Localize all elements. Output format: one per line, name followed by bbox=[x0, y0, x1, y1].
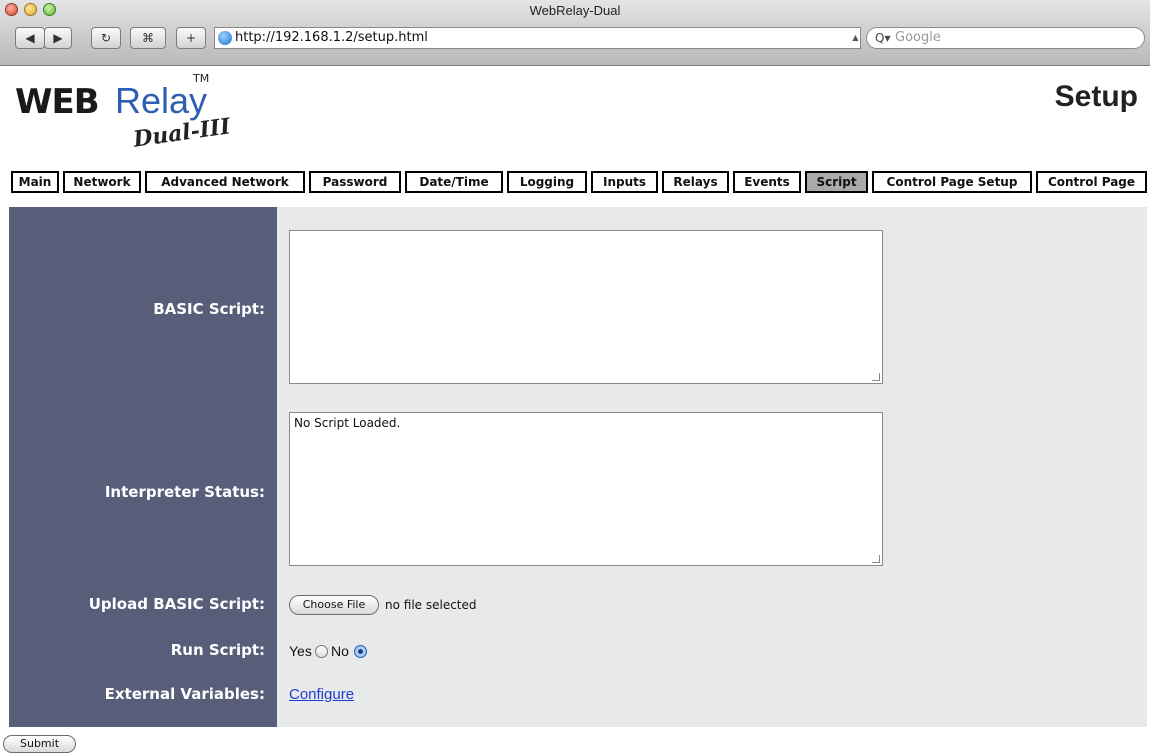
choose-file-button[interactable]: Choose File bbox=[289, 595, 379, 615]
tab-advanced-network[interactable]: Advanced Network bbox=[145, 171, 305, 193]
run-no-radio[interactable] bbox=[354, 645, 367, 658]
external-variables-label: External Variables: bbox=[104, 685, 265, 703]
forward-button[interactable]: ▶ bbox=[44, 27, 72, 49]
basic-script-textarea[interactable] bbox=[289, 230, 883, 384]
basic-script-label: BASIC Script: bbox=[153, 300, 265, 318]
tab-password[interactable]: Password bbox=[309, 171, 401, 193]
globe-icon bbox=[218, 31, 232, 45]
tab-inputs[interactable]: Inputs bbox=[591, 171, 658, 193]
url-dropdown-icon[interactable]: ▲ bbox=[848, 27, 863, 49]
back-button[interactable]: ◀ bbox=[15, 27, 45, 49]
resize-grip-icon[interactable] bbox=[872, 373, 880, 381]
script-form: BASIC Script: Interpreter Status: Upload… bbox=[9, 207, 1147, 727]
snapback-button[interactable]: ⌘ bbox=[130, 27, 166, 49]
tab-logging[interactable]: Logging bbox=[507, 171, 587, 193]
tab-control-page[interactable]: Control Page bbox=[1036, 171, 1147, 193]
tab-main[interactable]: Main bbox=[11, 171, 59, 193]
interpreter-status-label: Interpreter Status: bbox=[104, 483, 265, 501]
form-label-column: BASIC Script: Interpreter Status: Upload… bbox=[9, 207, 277, 727]
tab-events[interactable]: Events bbox=[733, 171, 801, 193]
address-bar-url: http://192.168.1.2/setup.html bbox=[235, 30, 428, 45]
browser-chrome: WebRelay-Dual ◀ ▶ ↻ ⌘ + http://192.168.1… bbox=[0, 0, 1150, 66]
search-icon: Q▾ bbox=[875, 31, 891, 45]
run-script-label: Run Script: bbox=[170, 641, 265, 659]
tab-date-time[interactable]: Date/Time bbox=[405, 171, 503, 193]
logo-trademark: TM bbox=[193, 72, 210, 85]
run-no-label: No bbox=[331, 643, 349, 659]
logo-relay-text: Relay bbox=[115, 80, 208, 121]
tab-script[interactable]: Script bbox=[805, 171, 868, 193]
file-status-text: no file selected bbox=[385, 598, 477, 612]
resize-grip-icon[interactable] bbox=[872, 555, 880, 563]
submit-button[interactable]: Submit bbox=[3, 735, 76, 753]
reload-button[interactable]: ↻ bbox=[91, 27, 121, 49]
tab-network[interactable]: Network bbox=[63, 171, 141, 193]
run-yes-label: Yes bbox=[289, 643, 312, 659]
search-field[interactable]: Q▾ Google bbox=[866, 27, 1145, 49]
address-bar[interactable]: http://192.168.1.2/setup.html bbox=[214, 27, 861, 49]
search-placeholder: Google bbox=[895, 30, 941, 45]
run-yes-radio[interactable] bbox=[315, 645, 328, 658]
tab-control-page-setup[interactable]: Control Page Setup bbox=[872, 171, 1032, 193]
interpreter-status-textarea[interactable]: No Script Loaded. bbox=[289, 412, 883, 566]
upload-script-label: Upload BASIC Script: bbox=[88, 595, 265, 613]
logo-web-text: WEB bbox=[15, 82, 100, 122]
configure-link[interactable]: Configure bbox=[289, 686, 354, 703]
add-bookmark-button[interactable]: + bbox=[176, 27, 206, 49]
window-title: WebRelay-Dual bbox=[529, 3, 621, 18]
webrelay-logo: WEB Relay TM Dual-III bbox=[15, 72, 235, 156]
page-title: Setup bbox=[1054, 80, 1138, 113]
tab-relays[interactable]: Relays bbox=[662, 171, 729, 193]
